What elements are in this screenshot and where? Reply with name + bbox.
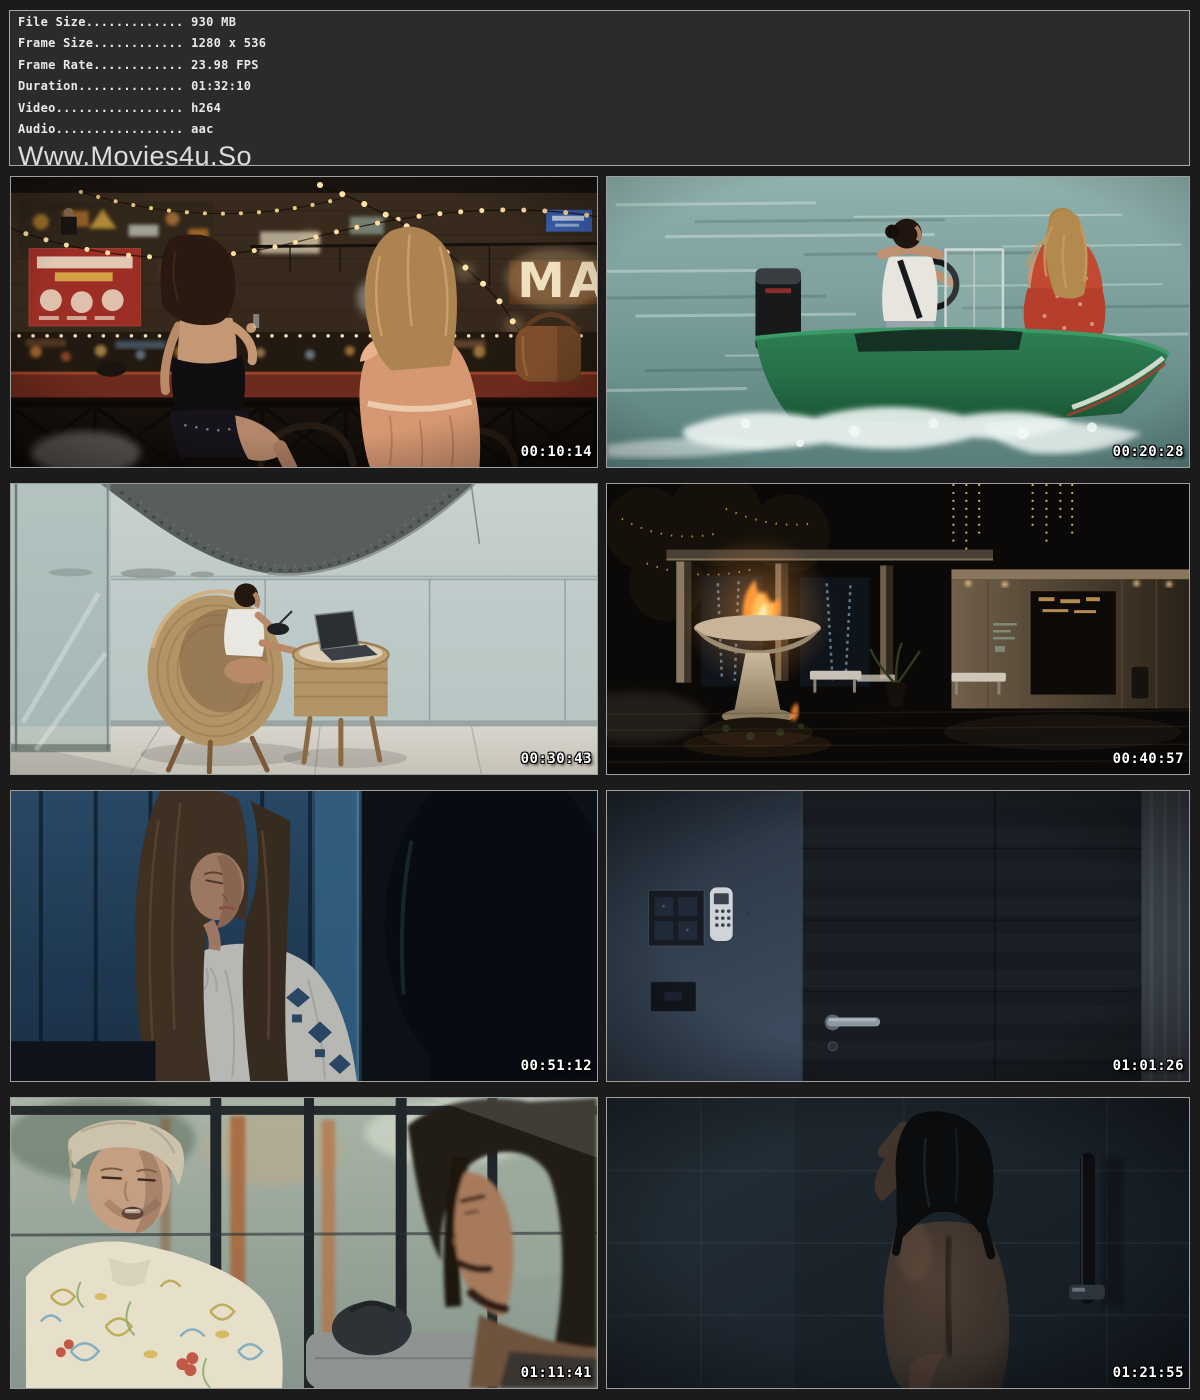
timestamp-badge: 00:10:14 [521,444,592,460]
frame-rate-line: Frame Rate............ 23.98 FPS [18,58,1189,79]
thumbnail-two-men: 01:11:41 [10,1097,598,1389]
site-watermark: Www.Movies4u.So [18,143,1189,169]
timestamp-badge: 01:21:55 [1113,1365,1184,1381]
audio-codec-line: Audio................. aac [18,122,1189,143]
balcony-image [11,484,597,774]
screenshot-sheet: File Size............. 930 MB Frame Size… [0,0,1200,1400]
timestamp-badge: 00:51:12 [521,1058,592,1074]
timestamp-badge: 01:01:26 [1113,1058,1184,1074]
thumbnail-shower: 01:21:55 [606,1097,1190,1389]
speedboat-image [607,177,1189,467]
shower-image [607,1098,1189,1388]
timestamp-badge: 01:11:41 [521,1365,592,1381]
video-codec-line: Video................. h264 [18,101,1189,122]
timestamp-badge: 00:20:28 [1113,444,1184,460]
thumbnail-speedboat: 00:20:28 [606,176,1190,468]
courtyard-image [607,484,1189,774]
thumbnail-balcony: 00:30:43 [10,483,598,775]
two-men-image [11,1098,597,1388]
timestamp-badge: 00:40:57 [1113,751,1184,767]
thumbnail-courtyard: 00:40:57 [606,483,1190,775]
duration-line: Duration.............. 01:32:10 [18,79,1189,100]
dark-door-image [607,791,1189,1081]
thumbnail-dark-door: 01:01:26 [606,790,1190,1082]
screenshot-grid: MA [10,176,1190,1389]
timestamp-badge: 00:30:43 [521,751,592,767]
file-size-line: File Size............. 930 MB [18,15,1189,36]
thumbnail-blouse-woman: 00:51:12 [10,790,598,1082]
thumbnail-night-market: MA [10,176,598,468]
frame-size-line: Frame Size............ 1280 x 536 [18,36,1189,57]
night-market-image: MA [11,177,597,467]
blouse-woman-image [11,791,597,1081]
media-info-box: File Size............. 930 MB Frame Size… [9,10,1190,166]
